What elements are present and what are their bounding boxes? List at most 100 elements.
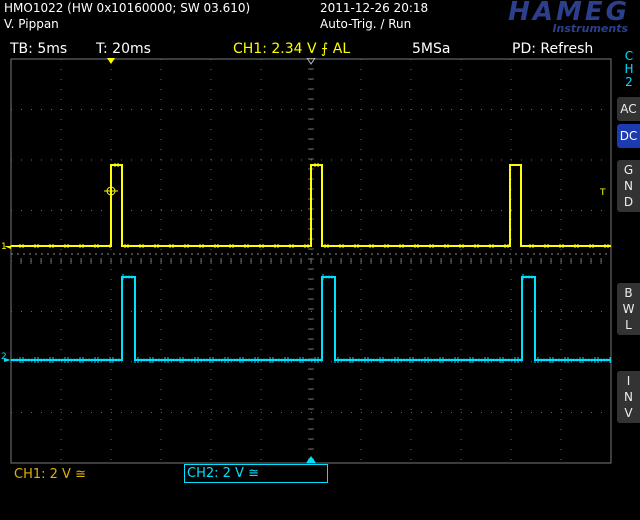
grid-dot xyxy=(110,399,112,400)
grid-dot xyxy=(460,129,462,130)
grid-dot xyxy=(481,412,482,413)
grid-dot xyxy=(61,159,62,161)
grid-dot xyxy=(560,149,562,150)
grid-dot xyxy=(191,361,192,363)
grid-dot xyxy=(60,379,62,380)
grid-dot xyxy=(410,99,412,100)
grid-dot xyxy=(410,179,412,180)
ch2-tab-char: 2 xyxy=(625,75,633,89)
grid-dot xyxy=(260,429,262,430)
grid-dot xyxy=(410,399,412,400)
grid-dot xyxy=(460,379,462,380)
ch1-scale-readout[interactable]: CH1: 2 V ≅ xyxy=(14,467,86,482)
grid-dot xyxy=(311,159,312,161)
grid-dot xyxy=(460,329,462,330)
grid-dot xyxy=(441,412,442,413)
grid-dot xyxy=(560,389,562,390)
ac-coupling-button[interactable]: AC xyxy=(617,97,640,121)
grid-dot xyxy=(221,311,222,312)
grid-dot xyxy=(31,210,32,211)
grid-dot xyxy=(21,159,22,161)
grid-dot xyxy=(241,361,242,363)
grid-dot xyxy=(360,329,362,330)
inv-button[interactable]: I N V xyxy=(617,371,640,423)
grid-dot xyxy=(151,412,152,413)
grid-dot xyxy=(560,279,562,280)
grid-dot xyxy=(181,109,182,110)
grid-dot xyxy=(541,210,542,211)
grid-dot xyxy=(260,399,262,400)
grid-dot xyxy=(191,159,192,161)
grid-dot xyxy=(510,339,512,340)
ch1-ground-marker[interactable]: 1 xyxy=(1,242,7,252)
grid-dot xyxy=(441,361,442,363)
grid-dot xyxy=(560,229,562,230)
grid-dot xyxy=(561,412,562,413)
grid-dot xyxy=(60,249,62,250)
grid-dot xyxy=(501,210,502,211)
grid-dot xyxy=(460,169,462,170)
grid-dot xyxy=(571,311,572,312)
timebase-readout[interactable]: TB: 5ms xyxy=(10,41,67,57)
grid-dot xyxy=(461,311,462,312)
grid-dot xyxy=(210,389,212,390)
grid-dot xyxy=(260,139,262,140)
grid-dot xyxy=(410,419,412,420)
grid-dot xyxy=(261,109,262,110)
grid-dot xyxy=(461,109,462,110)
grid-dot xyxy=(260,279,262,280)
grid-dot xyxy=(541,412,542,413)
trigger-time-readout[interactable]: T: 20ms xyxy=(96,41,151,57)
grid-dot xyxy=(160,449,162,450)
grid-dot xyxy=(511,210,512,211)
grid-dot xyxy=(60,69,62,70)
grid-dot xyxy=(160,339,162,340)
grid-dot xyxy=(60,149,62,150)
grid-dot xyxy=(111,109,112,110)
grid-dot xyxy=(411,210,412,211)
grid-dot xyxy=(241,159,242,161)
grid-dot xyxy=(151,361,152,363)
grid-dot xyxy=(60,239,62,240)
grid-dot xyxy=(410,209,412,210)
trigger-level-marker[interactable]: T xyxy=(599,188,606,198)
grid-dot xyxy=(460,89,462,90)
ch1-trigger-readout[interactable]: CH1: 2.34 V ⨍ AL xyxy=(233,41,350,57)
grid-dot xyxy=(41,210,42,211)
dc-coupling-button[interactable]: DC xyxy=(617,124,640,148)
grid-dot xyxy=(260,129,262,130)
grid-dot xyxy=(41,412,42,413)
grid-dot xyxy=(151,311,152,312)
grid-dot xyxy=(561,159,562,161)
bwl-button[interactable]: B W L xyxy=(617,283,640,335)
grid-dot xyxy=(410,389,412,390)
grid-dot xyxy=(91,412,92,413)
grid-dot xyxy=(591,109,592,110)
gnd-button[interactable]: G N D xyxy=(617,160,640,212)
grid-dot xyxy=(421,210,422,211)
grid-dot xyxy=(510,149,512,150)
grid-dot xyxy=(510,129,512,130)
grid-dot xyxy=(410,459,412,460)
grid-dot xyxy=(360,149,362,150)
grid-dot xyxy=(360,239,362,240)
grid-dot xyxy=(560,319,562,320)
grid-dot xyxy=(210,119,212,120)
pd-mode-readout[interactable]: PD: Refresh xyxy=(512,41,593,57)
grid-dot xyxy=(81,412,82,413)
grid-dot xyxy=(460,209,462,210)
grid-dot xyxy=(160,59,162,60)
grid-dot xyxy=(410,339,412,340)
grid-dot xyxy=(60,59,62,60)
grid-dot xyxy=(591,311,592,312)
grid-dot xyxy=(460,99,462,100)
grid-dot xyxy=(21,311,22,312)
ch2-scale-readout[interactable]: CH2: 2 V ≅ xyxy=(184,464,328,483)
grid-dot xyxy=(261,159,262,161)
grid-dot xyxy=(160,309,162,310)
grid-dot xyxy=(260,349,262,350)
grid-dot xyxy=(460,179,462,180)
grid-dot xyxy=(581,109,582,110)
grid-dot xyxy=(560,369,562,370)
grid-dot xyxy=(11,412,12,413)
